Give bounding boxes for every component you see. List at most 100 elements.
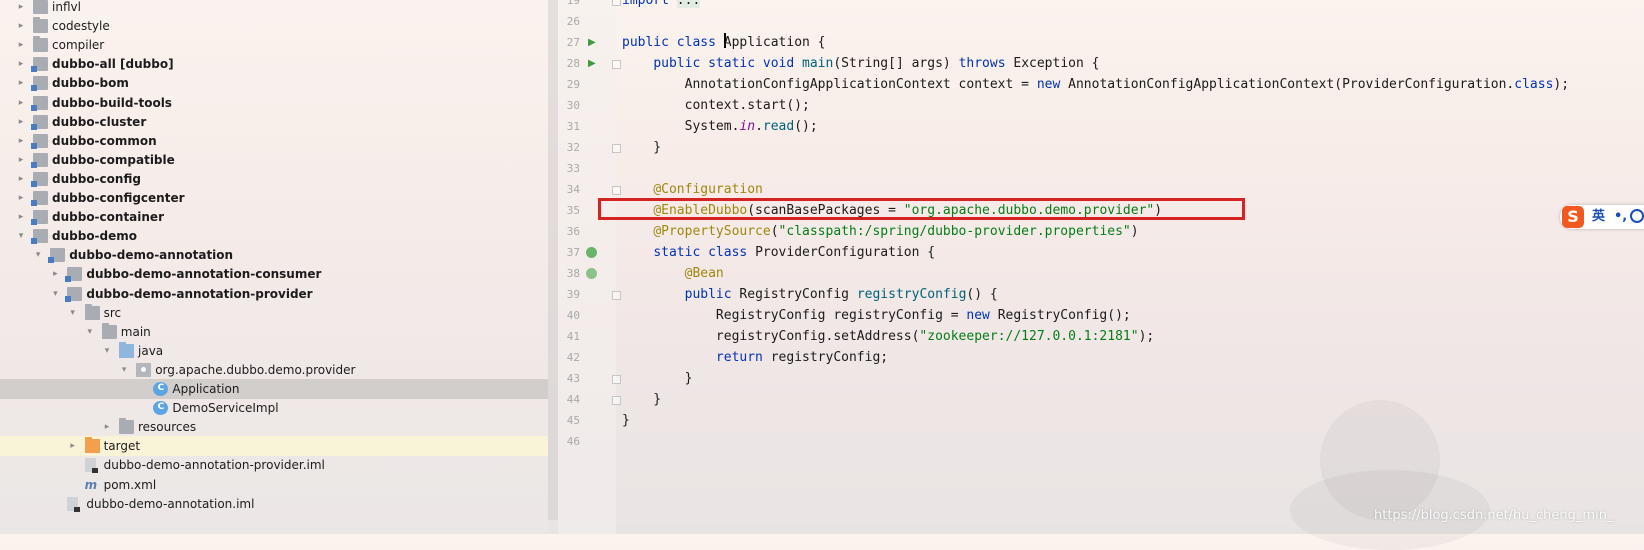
code-line[interactable]: }: [622, 368, 693, 389]
ime-toolbar[interactable]: S 英 •,: [1560, 205, 1644, 229]
ime-language-toggle[interactable]: 英: [1592, 207, 1605, 227]
code-line[interactable]: }: [622, 410, 630, 431]
tree-item-dubbo-cluster[interactable]: ▸ dubbo-cluster: [0, 112, 548, 132]
code-line[interactable]: context.start();: [622, 95, 810, 116]
code-line[interactable]: import ...: [622, 0, 701, 11]
tree-item-compiler[interactable]: ▸ compiler: [0, 35, 548, 55]
tree-item-dubbo-demo-annotation-provider-iml[interactable]: dubbo-demo-annotation-provider.iml: [0, 455, 548, 475]
code-line[interactable]: public class Application {: [622, 32, 826, 53]
code-token: Exception {: [1013, 56, 1100, 71]
tree-item-dubbo-demo-annotation[interactable]: ▾ dubbo-demo-annotation: [0, 245, 548, 265]
tree-item-dubbo-demo[interactable]: ▾ dubbo-demo: [0, 226, 548, 246]
code-line[interactable]: registryConfig.setAddress("zookeeper://1…: [622, 326, 1154, 347]
spring-leaf-icon[interactable]: [586, 268, 597, 279]
chevron-down-icon[interactable]: ▾: [119, 360, 129, 380]
code-line[interactable]: @Configuration: [622, 179, 763, 200]
code-token: "classpath:/spring/dubbo-provider.proper…: [778, 224, 1131, 239]
tree-item-dubbo-compatible[interactable]: ▸ dubbo-compatible: [0, 150, 548, 170]
code-line[interactable]: public static void main(String[] args) t…: [622, 53, 1099, 74]
iml-file-icon: [67, 496, 81, 512]
java-class-icon: C: [153, 401, 169, 416]
tree-item-demoserviceimpl[interactable]: C DemoServiceImpl: [0, 398, 548, 418]
chevron-down-icon[interactable]: ▾: [68, 303, 78, 323]
ime-punctuation-toggle[interactable]: •,: [1614, 207, 1627, 227]
run-gutter-icon[interactable]: ▶: [588, 59, 596, 69]
fold-marker-icon[interactable]: [612, 0, 621, 6]
code-token: new: [1036, 77, 1069, 92]
chevron-down-icon[interactable]: ▾: [85, 322, 95, 342]
tree-item-codestyle[interactable]: ▸ codestyle: [0, 16, 548, 36]
fold-marker-icon[interactable]: [612, 186, 621, 195]
code-line[interactable]: AnnotationConfigApplicationContext conte…: [622, 74, 1569, 95]
chevron-down-icon[interactable]: ▾: [50, 284, 60, 304]
tree-item-application[interactable]: C Application: [0, 379, 548, 399]
code-line[interactable]: @PropertySource("classpath:/spring/dubbo…: [622, 221, 1138, 242]
tree-item-dubbo-bom[interactable]: ▸ dubbo-bom: [0, 73, 548, 93]
chevron-right-icon[interactable]: ▸: [16, 93, 26, 113]
chevron-right-icon[interactable]: ▸: [68, 436, 78, 456]
chevron-right-icon[interactable]: ▸: [16, 0, 26, 17]
tree-item-label: dubbo-bom: [52, 76, 129, 91]
chevron-right-icon[interactable]: ▸: [16, 131, 26, 151]
chevron-down-icon[interactable]: ▾: [102, 341, 112, 361]
line-number: 36: [566, 225, 580, 238]
code-line[interactable]: System.in.read();: [622, 116, 818, 137]
fold-marker-icon[interactable]: [612, 144, 621, 153]
code-token: AnnotationConfigApplicationContext(Provi…: [1068, 77, 1515, 92]
fold-marker-icon[interactable]: [612, 396, 621, 405]
sogou-logo-icon[interactable]: S: [1562, 206, 1584, 228]
tree-item-dubbo-demo-annotation-iml[interactable]: dubbo-demo-annotation.iml: [0, 494, 548, 514]
code-token: registryConfig: [856, 287, 967, 302]
chevron-down-icon[interactable]: ▾: [16, 226, 26, 246]
chevron-right-icon[interactable]: ▸: [16, 150, 26, 170]
tree-item-src[interactable]: ▾ src: [0, 303, 548, 323]
chevron-down-icon[interactable]: ▾: [33, 245, 43, 265]
tree-item-java[interactable]: ▾ java: [0, 341, 548, 361]
code-line[interactable]: public RegistryConfig registryConfig() {: [622, 284, 998, 305]
tree-item-dubbo-all[interactable]: ▸ dubbo-all [dubbo]: [0, 54, 548, 74]
code-line[interactable]: static class ProviderConfiguration {: [622, 242, 935, 263]
chevron-right-icon[interactable]: ▸: [16, 188, 26, 208]
run-gutter-icon[interactable]: ▶: [588, 38, 596, 48]
chevron-right-icon[interactable]: ▸: [50, 264, 60, 284]
tree-item-pom-xml[interactable]: m pom.xml: [0, 475, 548, 495]
spring-bean-icon[interactable]: [586, 247, 597, 258]
chevron-right-icon[interactable]: ▸: [16, 73, 26, 93]
chevron-right-icon[interactable]: ▸: [16, 112, 26, 132]
tree-scrollbar[interactable]: [548, 0, 558, 520]
chevron-right-icon[interactable]: ▸: [16, 54, 26, 74]
tree-item-dubbo-container[interactable]: ▸ dubbo-container: [0, 207, 548, 227]
tree-item-dubbo-configcenter[interactable]: ▸ dubbo-configcenter: [0, 188, 548, 208]
fold-marker-icon[interactable]: [612, 375, 621, 384]
code-line[interactable]: }: [622, 137, 661, 158]
chevron-right-icon[interactable]: ▸: [16, 16, 26, 36]
module-folder-icon: [31, 171, 48, 187]
fold-marker-icon[interactable]: [612, 291, 621, 300]
chevron-right-icon[interactable]: ▸: [16, 207, 26, 227]
code-line[interactable]: return registryConfig;: [622, 347, 888, 368]
code-token: public: [684, 287, 740, 302]
tree-item-dubbo-config[interactable]: ▸ dubbo-config: [0, 169, 548, 189]
tree-item-dubbo-demo-annotation-provider[interactable]: ▾ dubbo-demo-annotation-provider: [0, 284, 548, 304]
tree-item-org-apache-dubbo-demo-provider[interactable]: ▾ org.apache.dubbo.demo.provider: [0, 360, 548, 380]
chevron-right-icon[interactable]: ▸: [16, 35, 26, 55]
fold-marker-icon[interactable]: [612, 60, 621, 69]
code-token: ProviderConfiguration {: [755, 245, 936, 260]
code-token: }: [622, 140, 662, 155]
code-line[interactable]: }: [622, 389, 661, 410]
code-line[interactable]: @Bean: [622, 263, 724, 284]
tree-item-target[interactable]: ▸ target: [0, 436, 548, 457]
chevron-right-icon[interactable]: ▸: [102, 417, 112, 437]
ime-emoji-icon[interactable]: [1630, 209, 1644, 223]
tree-item-inflvl[interactable]: ▸ inflvl: [0, 0, 548, 17]
code-token: "zookeeper://127.0.0.1:2181": [919, 329, 1139, 344]
line-number: 33: [566, 162, 580, 175]
tree-item-dubbo-common[interactable]: ▸ dubbo-common: [0, 131, 548, 151]
code-line[interactable]: RegistryConfig registryConfig = new Regi…: [622, 305, 1131, 326]
chevron-right-icon[interactable]: ▸: [16, 169, 26, 189]
tree-item-resources[interactable]: ▸ resources: [0, 417, 548, 437]
tree-item-dubbo-build-tools[interactable]: ▸ dubbo-build-tools: [0, 93, 548, 113]
tree-item-dubbo-demo-annotation-consumer[interactable]: ▸ dubbo-demo-annotation-consumer: [0, 264, 548, 284]
tree-item-main[interactable]: ▾ main: [0, 322, 548, 342]
